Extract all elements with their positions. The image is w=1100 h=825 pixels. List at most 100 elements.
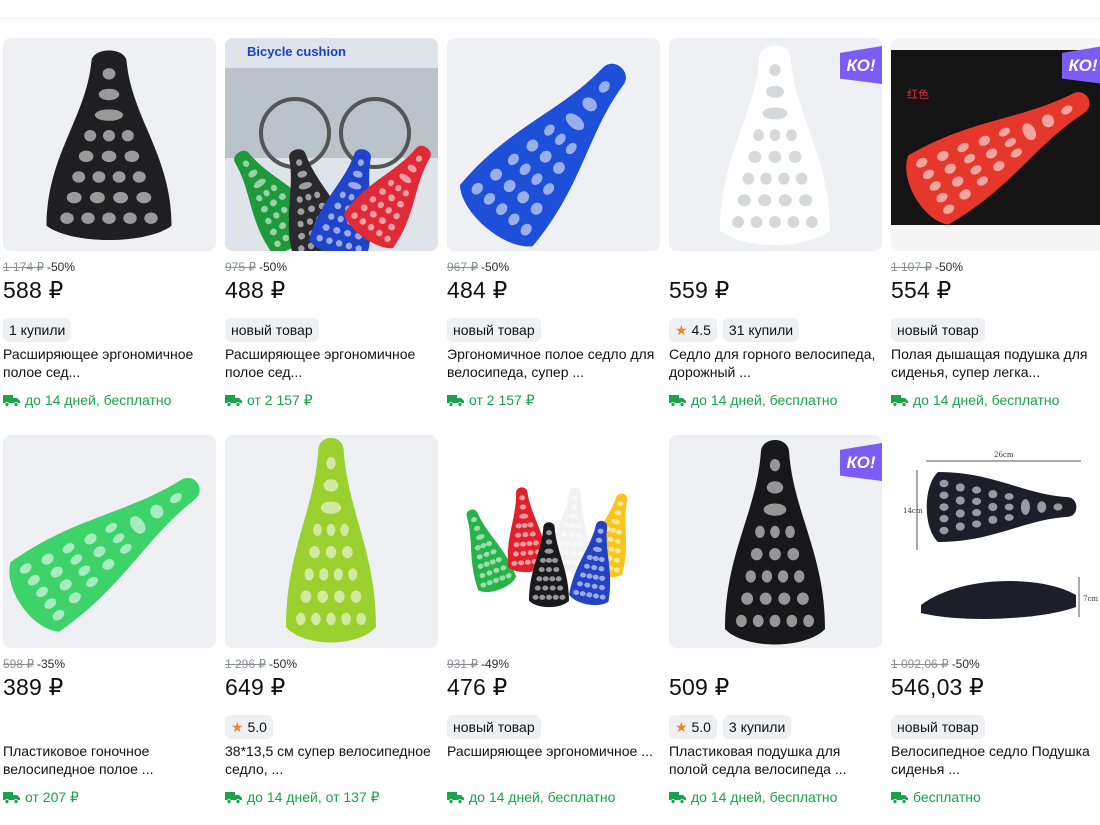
old-price-line: 1 296 ₽ -50% bbox=[225, 657, 438, 673]
status-badge: новый товар bbox=[447, 318, 541, 342]
rating-badge: ★ 4.5 bbox=[669, 318, 717, 342]
product-photo bbox=[225, 435, 438, 648]
old-price-line: 1 174 ₽ -50% bbox=[3, 260, 216, 276]
badges: ★ 5.0 3 купили bbox=[669, 715, 882, 739]
price: 649 ₽ bbox=[225, 674, 286, 700]
status-badge: 1 купили bbox=[3, 318, 72, 342]
product-image[interactable]: 26cm 14cm 7cm bbox=[891, 435, 1100, 648]
old-price: 598 ₽ bbox=[3, 657, 34, 671]
old-price-line: 931 ₽ -49% bbox=[447, 657, 660, 673]
rating-badge: ★ 5.0 bbox=[669, 715, 717, 739]
product-image[interactable] bbox=[447, 38, 660, 251]
badges: новый товар bbox=[447, 318, 660, 342]
price: 559 ₽ bbox=[669, 277, 730, 303]
badges: новый товар bbox=[891, 318, 1100, 342]
delivery-text: до 14 дней, бесплатно bbox=[469, 789, 616, 805]
product-image[interactable]: КО! bbox=[669, 38, 882, 251]
star-icon: ★ bbox=[675, 719, 688, 735]
badges: ★ 5.0 bbox=[225, 715, 438, 739]
old-price-line: 967 ₽ -50% bbox=[447, 260, 660, 276]
product-grid: 1 174 ₽ -50% 588 ₽1 купили Расширяющее эрго… bbox=[3, 38, 1100, 820]
product-image[interactable]: 红色 КО! bbox=[891, 38, 1100, 251]
rating-value: 5.0 bbox=[691, 719, 711, 735]
old-price-line: 975 ₽ -50% bbox=[225, 260, 438, 276]
delivery-info: до 14 дней, бесплатно bbox=[669, 788, 882, 806]
price: 476 ₽ bbox=[447, 674, 508, 700]
product-title[interactable]: Пластиковая подушка для полой седла вело… bbox=[669, 742, 882, 778]
old-price-line bbox=[669, 657, 882, 673]
product-title[interactable]: Эргономичное полое седло для велосипеда,… bbox=[447, 345, 660, 381]
product-title[interactable]: Седло для горного велосипеда, дорожный .… bbox=[669, 345, 882, 381]
product-card[interactable]: 967 ₽ -50% 484 ₽ новый товар Эргономичное по… bbox=[447, 38, 660, 423]
badges: 1 купили bbox=[3, 318, 216, 342]
old-price-line: 1 092,06 ₽ -50% bbox=[891, 657, 1100, 673]
delivery-text: бесплатно bbox=[913, 789, 981, 805]
product-image[interactable] bbox=[447, 435, 660, 648]
old-price: 1 174 ₽ bbox=[3, 260, 44, 274]
old-price: 931 ₽ bbox=[447, 657, 478, 671]
old-price: 1 296 ₽ bbox=[225, 657, 266, 671]
status-badge: 31 купили bbox=[722, 318, 800, 342]
status-badge: новый товар bbox=[225, 318, 319, 342]
header-divider bbox=[0, 18, 1100, 19]
product-title[interactable]: Полая дышащая подушка для сиденья, супер… bbox=[891, 345, 1100, 381]
product-photo bbox=[3, 38, 216, 251]
product-card[interactable]: 931 ₽ -49% 476 ₽ новый товар Расширяющее эрг… bbox=[447, 435, 660, 820]
delivery-text: от 2 157 ₽ bbox=[469, 391, 535, 408]
product-card[interactable]: КО! 509 ₽ ★ 5.0 3 купили Пластиковая подушка… bbox=[669, 435, 882, 820]
badges: новый товар bbox=[891, 715, 1100, 739]
product-card[interactable]: 598 ₽ -35% 389 ₽ Пластиковое гоночное велос… bbox=[3, 435, 216, 820]
product-card[interactable]: КО! 559 ₽ ★ 4.5 31 купили Седло для горного … bbox=[669, 38, 882, 423]
badges bbox=[3, 715, 216, 739]
delivery-info: от 2 157 ₽ bbox=[447, 391, 660, 409]
old-price: 1 107 ₽ bbox=[891, 260, 932, 274]
product-title[interactable]: Велосипедное седло Подушка сиденья ... bbox=[891, 742, 1100, 778]
product-card[interactable]: 1 296 ₽ -50% 649 ₽ ★ 5.0 38*13,5 см супер ве… bbox=[225, 435, 438, 820]
product-card[interactable]: 1 174 ₽ -50% 588 ₽1 купили Расширяющее эрго… bbox=[3, 38, 216, 423]
old-price-line: 598 ₽ -35% bbox=[3, 657, 216, 673]
price: 484 ₽ bbox=[447, 277, 508, 303]
status-badge: 3 купили bbox=[722, 715, 792, 739]
truck-icon bbox=[891, 792, 908, 804]
badges: новый товар bbox=[447, 715, 660, 739]
product-image[interactable]: Bicycle cushion bbox=[225, 38, 438, 251]
delivery-text: до 14 дней, бесплатно bbox=[913, 392, 1060, 408]
svg-text:26cm: 26cm bbox=[994, 451, 1014, 459]
product-photo: 26cm 14cm 7cm bbox=[891, 435, 1100, 648]
truck-icon bbox=[891, 395, 908, 407]
old-price-line bbox=[669, 260, 882, 276]
delivery-info: от 207 ₽ bbox=[3, 788, 216, 806]
old-price: 1 092,06 ₽ bbox=[891, 657, 949, 671]
delivery-info: бесплатно bbox=[891, 788, 1100, 806]
delivery-text: до 14 дней, бесплатно bbox=[691, 789, 838, 805]
truck-icon bbox=[669, 395, 686, 407]
product-card[interactable]: Bicycle cushion 975 ₽ -50% 488 ₽ новый това… bbox=[225, 38, 438, 423]
status-badge: новый товар bbox=[447, 715, 541, 739]
product-title[interactable]: Расширяющее эргономичное полое сед... bbox=[225, 345, 438, 381]
price: 546,03 ₽ bbox=[891, 674, 984, 700]
product-image[interactable] bbox=[225, 435, 438, 648]
truck-icon bbox=[225, 395, 242, 407]
old-price: 967 ₽ bbox=[447, 260, 478, 274]
svg-text:7cm: 7cm bbox=[1083, 595, 1098, 603]
star-icon: ★ bbox=[231, 719, 244, 735]
delivery-info: до 14 дней, от 137 ₽ bbox=[225, 788, 438, 806]
delivery-text: от 2 157 ₽ bbox=[247, 391, 313, 408]
badges: ★ 4.5 31 купили bbox=[669, 318, 882, 342]
product-title[interactable]: Расширяющее эргономичное ... bbox=[447, 742, 660, 778]
product-title[interactable]: Пластиковое гоночное велосипедное полое … bbox=[3, 742, 216, 778]
product-image[interactable] bbox=[3, 435, 216, 648]
svg-text:红色: 红色 bbox=[907, 87, 929, 101]
product-image[interactable]: КО! bbox=[669, 435, 882, 648]
discount: -50% bbox=[47, 260, 76, 274]
product-title[interactable]: 38*13,5 см супер велосипедное седло, ... bbox=[225, 742, 438, 778]
old-price: 975 ₽ bbox=[225, 260, 256, 274]
product-title[interactable]: Расширяющее эргономичное полое сед... bbox=[3, 345, 216, 381]
svg-text:14cm: 14cm bbox=[903, 507, 923, 515]
discount: -50% bbox=[935, 260, 964, 274]
delivery-info: до 14 дней, бесплатно bbox=[669, 391, 882, 409]
product-image[interactable] bbox=[3, 38, 216, 251]
product-photo bbox=[447, 38, 660, 251]
product-card[interactable]: 26cm 14cm 7cm 1 092,06 ₽ -50% 546,03 ₽ новый … bbox=[891, 435, 1100, 820]
product-card[interactable]: 红色 КО! 1 107 ₽ -50% 554 ₽ новый товар Полая д… bbox=[891, 38, 1100, 423]
